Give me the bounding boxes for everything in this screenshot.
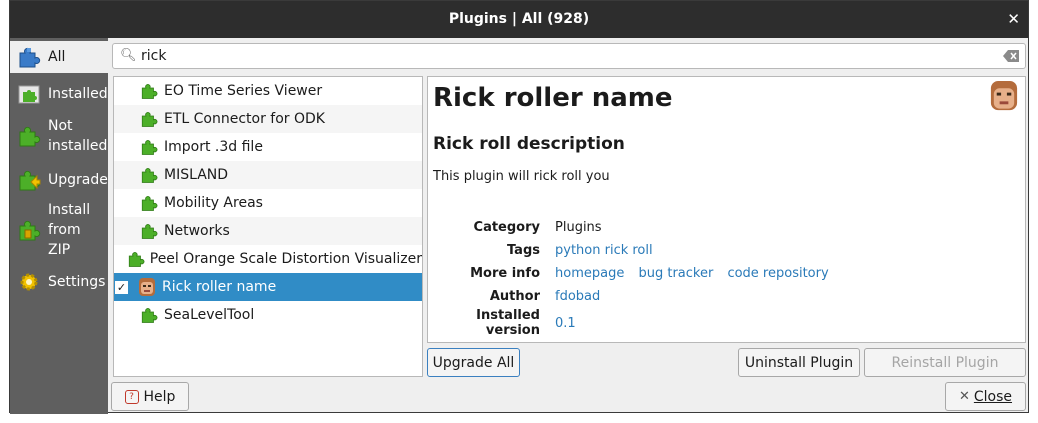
installed-version-value: 0.1 <box>555 315 576 331</box>
reinstall-plugin-button[interactable]: Reinstall Plugin <box>864 348 1026 377</box>
help-icon: ? <box>124 389 139 404</box>
list-item-label: Import .3d file <box>164 139 263 155</box>
puzzle-green-icon <box>139 137 159 157</box>
list-item-label: Rick roller name <box>162 279 277 295</box>
list-item[interactable]: Networks <box>114 217 422 245</box>
sidebar-item-label: Not installed <box>48 118 108 154</box>
search-icon: 🔍︎ <box>120 48 137 63</box>
list-item[interactable]: ETL Connector for ODK <box>114 105 422 133</box>
help-button[interactable]: ? Help <box>111 382 189 411</box>
plugins-dialog: Plugins | All (928) ✕ All Installed Not … <box>9 0 1029 414</box>
list-item-label: SeaLevelTool <box>164 307 255 323</box>
puzzle-blue-icon <box>16 44 42 70</box>
list-item-label: Peel Orange Scale Distortion Visualizer <box>149 251 422 267</box>
close-button[interactable]: ✕ Close <box>945 382 1026 411</box>
window-close-icon[interactable]: ✕ <box>1007 10 1020 28</box>
installed-version-label: Installed version <box>476 308 540 338</box>
sidebar-item-installed[interactable]: Installed <box>10 78 108 110</box>
rick-face-icon <box>989 81 1019 113</box>
uninstall-plugin-button[interactable]: Uninstall Plugin <box>738 348 860 377</box>
sidebar-item-all[interactable]: All <box>10 41 108 73</box>
sidebar-item-not-installed[interactable]: Not installed <box>10 114 108 158</box>
puzzle-upgrade-icon <box>16 167 42 193</box>
more-info-label: More info <box>470 266 540 281</box>
sidebar-item-label: Upgradeable <box>48 172 108 188</box>
puzzle-green-icon <box>139 305 159 325</box>
list-item-label: Mobility Areas <box>164 195 263 211</box>
list-item[interactable]: Peel Orange Scale Distortion Visualizer <box>114 245 422 273</box>
list-item[interactable]: MISLAND <box>114 161 422 189</box>
plugin-subtitle: Rick roll description <box>433 134 625 154</box>
puzzle-green-icon <box>139 193 159 213</box>
clear-search-icon[interactable] <box>1003 50 1019 62</box>
upgrade-all-button[interactable]: Upgrade All <box>427 348 520 377</box>
sidebar-item-label: Settings <box>48 274 106 290</box>
close-button-label: Close <box>973 388 1013 405</box>
search-box: 🔍︎ <box>112 43 1026 69</box>
author-label: Author <box>489 289 540 304</box>
list-item[interactable]: EO Time Series Viewer <box>114 77 422 105</box>
close-icon: ✕ <box>958 389 970 404</box>
search-input[interactable] <box>141 47 1001 65</box>
puzzle-green-icon <box>139 109 159 129</box>
title-bar: Plugins | All (928) ✕ <box>10 1 1028 38</box>
bug-tracker-link[interactable]: bug tracker <box>638 266 713 281</box>
plugin-list: EO Time Series Viewer ETL Connector for … <box>113 76 423 377</box>
plugin-metadata: Category Plugins Tags python rick roll M… <box>433 216 839 338</box>
sidebar: All Installed Not installed Upgradeable … <box>10 38 108 414</box>
list-item-label: MISLAND <box>164 167 229 183</box>
list-item-label: Networks <box>164 223 230 239</box>
installed-checkbox[interactable]: ✓ <box>115 280 128 294</box>
code-repository-link[interactable]: code repository <box>727 266 828 281</box>
puzzle-green-icon <box>16 123 42 149</box>
sidebar-item-upgradeable[interactable]: Upgradeable <box>10 164 108 196</box>
plugin-details: Rick roller name Rick roll description T… <box>427 76 1026 343</box>
tags-label: Tags <box>506 243 540 258</box>
help-button-label: Help <box>143 388 176 405</box>
rick-face-icon <box>137 277 157 297</box>
homepage-link[interactable]: homepage <box>555 266 624 281</box>
category-value: Plugins <box>555 220 602 235</box>
sidebar-item-settings[interactable]: Settings <box>10 266 108 298</box>
category-label: Category <box>473 220 540 235</box>
sidebar-item-install-from-zip[interactable]: Install from ZIP <box>10 198 108 262</box>
tags-link[interactable]: python rick roll <box>555 243 653 258</box>
puzzle-green-icon <box>139 165 159 185</box>
sidebar-item-label: Installed <box>48 86 108 102</box>
author-link[interactable]: fdobad <box>555 289 600 304</box>
puzzle-green-icon <box>139 221 159 241</box>
zip-icon <box>16 217 42 243</box>
list-item[interactable]: Import .3d file <box>114 133 422 161</box>
sidebar-item-label: Install from ZIP <box>48 202 91 258</box>
list-item-selected[interactable]: ✓ Rick roller name <box>114 273 422 301</box>
sidebar-item-label: All <box>48 49 66 65</box>
plugin-description: This plugin will rick roll you <box>433 169 610 184</box>
list-item[interactable]: Mobility Areas <box>114 189 422 217</box>
list-item-label: EO Time Series Viewer <box>164 83 323 99</box>
puzzle-green-icon <box>127 249 145 269</box>
list-item[interactable]: SeaLevelTool <box>114 301 422 329</box>
puzzle-installed-icon <box>16 81 42 107</box>
gear-icon <box>16 269 42 295</box>
puzzle-green-icon <box>139 81 159 101</box>
window-title: Plugins | All (928) <box>448 11 590 27</box>
list-item-label: ETL Connector for ODK <box>164 111 325 127</box>
plugin-title: Rick roller name <box>433 83 673 113</box>
